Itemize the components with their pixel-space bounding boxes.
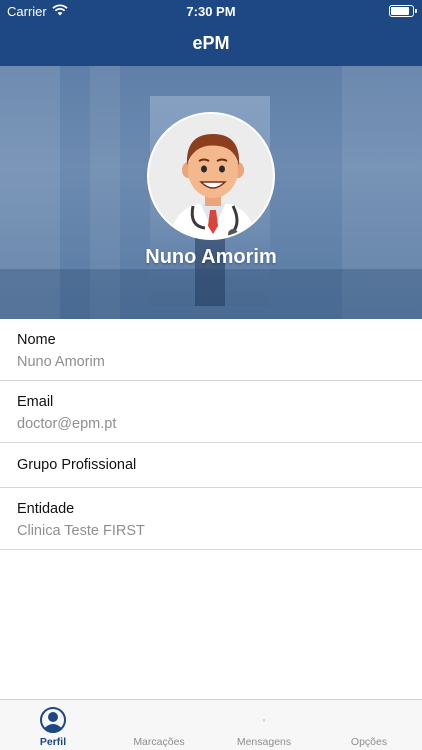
tab-perfil[interactable]: Perfil (0, 700, 106, 750)
tab-mensagens[interactable]: Mensagens (211, 700, 317, 750)
tab-marcacoes[interactable]: Marcações (106, 700, 212, 750)
doctor-avatar-icon (169, 134, 257, 238)
field-label: Nome (17, 332, 56, 348)
tab-label: Mensagens (236, 736, 292, 748)
field-value: doctor@epm.pt (17, 416, 117, 432)
field-value: Nuno Amorim (17, 354, 105, 370)
page-title: ePM (192, 33, 230, 53)
field-label: Email (17, 394, 54, 410)
calendar-icon (146, 707, 172, 733)
list-item-grupo-profissional[interactable]: Grupo Profissional (0, 443, 422, 488)
field-label: Entidade (17, 501, 75, 517)
person-circle-icon (40, 707, 66, 733)
profile-name: Nuno Amorim (145, 246, 277, 268)
messages-icon (263, 719, 265, 722)
list-item-email[interactable]: Email doctor@epm.pt (0, 381, 422, 443)
field-value: Clinica Teste FIRST (17, 523, 145, 539)
field-label: Grupo Profissional (17, 457, 137, 473)
battery-icon (389, 5, 417, 17)
tab-label: Marcações (133, 736, 185, 748)
profile-fields-list: Nome Nuno Amorim Email doctor@epm.pt Gru… (0, 319, 422, 550)
avatar (147, 112, 275, 240)
list-item-nome[interactable]: Nome Nuno Amorim (0, 319, 422, 381)
tab-label: Opções (350, 736, 388, 748)
tab-bar: Perfil Marcações Mensagens Opções (0, 699, 422, 750)
clock: 7:30 PM (186, 4, 236, 19)
options-icon (356, 707, 382, 733)
profile-header: Nuno Amorim (0, 66, 422, 319)
tab-label: Perfil (39, 736, 67, 748)
navigation-bar: Carrier 7:30 PM ePM (0, 0, 422, 66)
status-bar: Carrier 7:30 PM (0, 0, 422, 22)
list-item-entidade[interactable]: Entidade Clinica Teste FIRST (0, 488, 422, 550)
tab-opcoes[interactable]: Opções (316, 700, 422, 750)
